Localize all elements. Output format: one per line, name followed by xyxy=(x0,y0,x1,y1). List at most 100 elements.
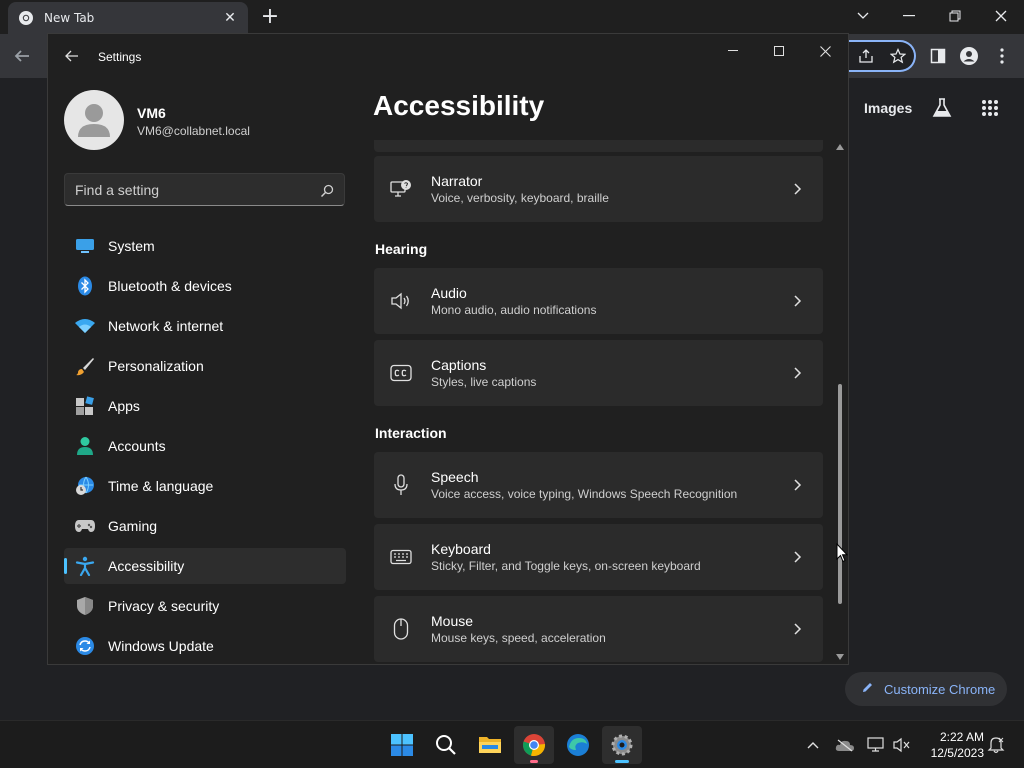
onedrive-icon[interactable] xyxy=(835,735,855,755)
search-input[interactable] xyxy=(75,181,320,198)
person-icon xyxy=(74,435,96,457)
sidebar-item-label: Accessibility xyxy=(108,558,185,574)
chrome-minimize-button[interactable] xyxy=(895,4,923,28)
accessibility-content: Narrator Voice, verbosity, keyboard, bra… xyxy=(374,140,824,664)
user-email: VM6@collabnet.local xyxy=(137,124,250,138)
section-interaction: Interaction xyxy=(375,425,447,441)
sidebar-item-apps[interactable]: Apps xyxy=(64,388,346,424)
side-panel-icon[interactable] xyxy=(927,45,949,67)
keyboard-icon xyxy=(390,546,412,568)
scrollbar[interactable] xyxy=(836,144,844,664)
card-title: Audio xyxy=(431,285,467,301)
section-hearing: Hearing xyxy=(375,241,428,257)
sidebar-item-label: Gaming xyxy=(108,518,158,534)
apps-icon xyxy=(74,395,96,417)
chrome-close-button[interactable] xyxy=(987,4,1015,28)
card-subtitle: Voice, verbosity, keyboard, braille xyxy=(431,191,609,205)
back-arrow-icon[interactable] xyxy=(64,48,80,64)
mouse-icon xyxy=(390,618,412,640)
chevron-right-icon xyxy=(789,477,805,493)
windows-logo-icon xyxy=(391,734,413,756)
volume-muted-icon[interactable] xyxy=(892,735,912,755)
speaker-icon xyxy=(390,290,412,312)
microphone-icon xyxy=(390,474,412,496)
chevron-right-icon xyxy=(789,549,805,565)
notification-bell-icon[interactable] xyxy=(986,735,1006,755)
sidebar-item-windows-update[interactable]: Windows Update xyxy=(64,628,346,664)
scroll-down-arrow-icon[interactable] xyxy=(836,654,844,660)
chevron-right-icon xyxy=(789,181,805,197)
bookmark-star-icon[interactable] xyxy=(887,45,909,67)
card-title: Narrator xyxy=(431,173,483,189)
captions-icon xyxy=(390,362,412,384)
settings-taskbar-button[interactable] xyxy=(602,726,642,764)
card-subtitle: Sticky, Filter, and Toggle keys, on-scre… xyxy=(431,559,701,573)
sidebar-item-accounts[interactable]: Accounts xyxy=(64,428,346,464)
sidebar-item-label: System xyxy=(108,238,155,254)
sidebar-item-bluetooth[interactable]: Bluetooth & devices xyxy=(64,268,346,304)
captions-card[interactable]: Captions Styles, live captions xyxy=(374,340,823,406)
avatar[interactable] xyxy=(64,90,124,150)
sidebar-item-label: Time & language xyxy=(108,478,214,494)
sidebar-item-time-language[interactable]: Time & language xyxy=(64,468,346,504)
edge-icon xyxy=(567,734,589,756)
sidebar-item-privacy[interactable]: Privacy & security xyxy=(64,588,346,624)
scrollbar-thumb[interactable] xyxy=(838,384,842,604)
user-name: VM6 xyxy=(137,105,166,121)
card-subtitle: Mono audio, audio notifications xyxy=(431,303,597,317)
start-button[interactable] xyxy=(382,726,422,764)
new-tab-button[interactable]: + xyxy=(258,6,282,30)
show-hidden-icons-chevron-icon[interactable] xyxy=(803,735,823,755)
narrator-card[interactable]: Narrator Voice, verbosity, keyboard, bra… xyxy=(374,156,823,222)
tab-close-icon[interactable]: ✕ xyxy=(222,10,238,26)
chrome-menu-icon[interactable] xyxy=(991,45,1013,67)
chrome-back-icon[interactable] xyxy=(10,44,34,68)
card-title: Keyboard xyxy=(431,541,491,557)
keyboard-card[interactable]: Keyboard Sticky, Filter, and Toggle keys… xyxy=(374,524,823,590)
chrome-logo-icon xyxy=(19,11,33,25)
maximize-button[interactable] xyxy=(764,40,794,62)
scroll-up-arrow-icon[interactable] xyxy=(836,144,844,150)
gamepad-icon xyxy=(74,515,96,537)
minimize-button[interactable] xyxy=(718,40,748,62)
google-apps-icon[interactable] xyxy=(979,97,1001,119)
labs-flask-icon[interactable] xyxy=(931,97,953,119)
network-icon[interactable] xyxy=(866,735,886,755)
running-indicator xyxy=(615,760,629,763)
sidebar-item-label: Apps xyxy=(108,398,140,414)
running-indicator xyxy=(530,760,538,763)
share-icon[interactable] xyxy=(855,45,877,67)
sidebar-nav: System Bluetooth & devices Network & int… xyxy=(64,228,346,664)
sidebar-item-label: Personalization xyxy=(108,358,204,374)
update-icon xyxy=(74,635,96,657)
close-button[interactable] xyxy=(810,40,840,62)
profile-icon[interactable] xyxy=(958,45,980,67)
chrome-taskbar-button[interactable] xyxy=(514,726,554,764)
card-subtitle: Styles, live captions xyxy=(431,375,537,389)
chrome-tab-new-tab[interactable]: New Tab ✕ xyxy=(8,2,248,34)
folder-icon xyxy=(479,737,501,753)
chrome-restore-button[interactable] xyxy=(941,4,969,28)
bluetooth-icon xyxy=(74,275,96,297)
search-icon xyxy=(436,735,456,755)
tab-search-chevron-icon[interactable] xyxy=(849,4,877,28)
clock[interactable]: 2:22 AM 12/5/2023 xyxy=(918,729,984,761)
speech-card[interactable]: Speech Voice access, voice typing, Windo… xyxy=(374,452,823,518)
audio-card[interactable]: Audio Mono audio, audio notifications xyxy=(374,268,823,334)
card-title: Mouse xyxy=(431,613,474,629)
sidebar-item-system[interactable]: System xyxy=(64,228,346,264)
taskbar-search-button[interactable] xyxy=(426,726,466,764)
images-link[interactable]: Images xyxy=(864,100,912,116)
mouse-card[interactable]: Mouse Mouse keys, speed, acceleration xyxy=(374,596,823,662)
previous-card-fragment[interactable] xyxy=(374,140,823,152)
settings-window: Settings VM6 VM6@collabnet.local System … xyxy=(47,33,849,665)
shield-icon xyxy=(74,595,96,617)
sidebar-item-gaming[interactable]: Gaming xyxy=(64,508,346,544)
search-box[interactable] xyxy=(64,173,345,206)
sidebar-item-accessibility[interactable]: Accessibility xyxy=(64,548,346,584)
edge-taskbar-button[interactable] xyxy=(558,726,598,764)
sidebar-item-network[interactable]: Network & internet xyxy=(64,308,346,344)
sidebar-item-personalization[interactable]: Personalization xyxy=(64,348,346,384)
customize-chrome-button[interactable]: Customize Chrome xyxy=(845,672,1007,706)
file-explorer-button[interactable] xyxy=(470,726,510,764)
